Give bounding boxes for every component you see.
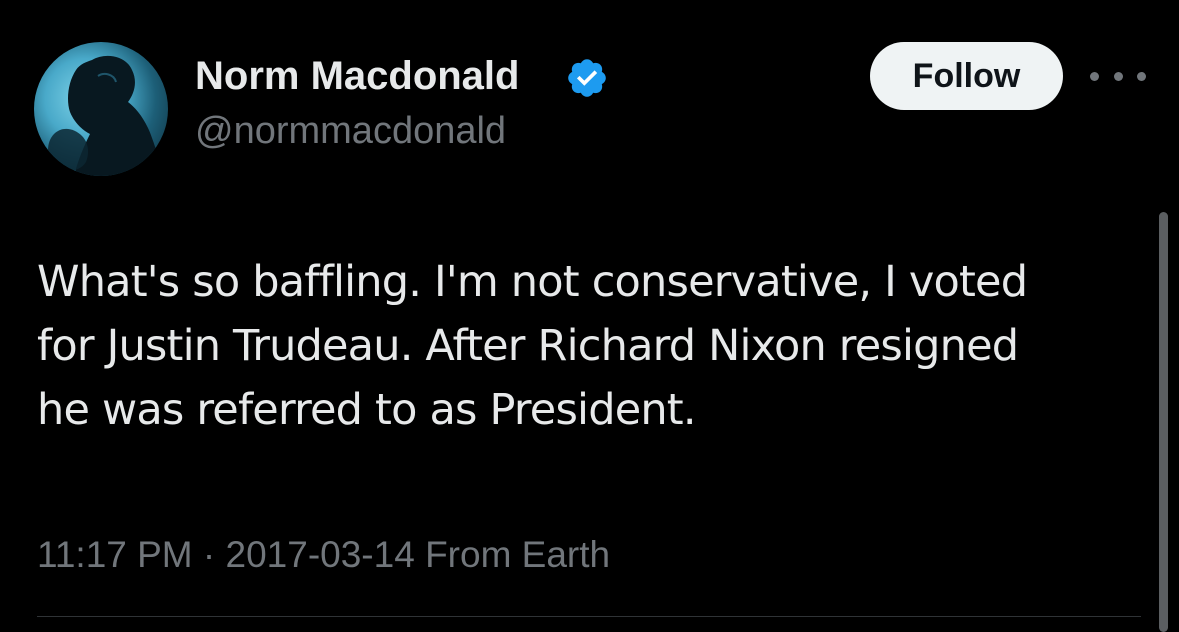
tweet-text-line: for Justin Trudeau. After Richard Nixon …	[37, 321, 1019, 371]
more-dot	[1113, 71, 1123, 81]
meta-separator: ·	[202, 534, 216, 575]
tweet-card: Norm Macdonald @normmacdonald Follow Wha…	[0, 0, 1179, 632]
avatar[interactable]	[34, 42, 168, 176]
tweet-metadata: 11:17 PM · 2017-03-14 From Earth	[37, 532, 610, 578]
tweet-text: What's so baffling. I'm not conservative…	[37, 250, 1137, 442]
tweet-time[interactable]: 11:17 PM	[37, 534, 193, 575]
tweet-date[interactable]: 2017-03-14	[226, 534, 415, 575]
tweet-source: From Earth	[425, 534, 611, 575]
more-dot	[1090, 71, 1099, 81]
more-options-icon[interactable]	[1090, 60, 1146, 92]
tweet-text-line: What's so baffling. I'm not conservative…	[37, 257, 1028, 307]
author-display-name[interactable]: Norm Macdonald	[195, 52, 519, 100]
tweet-text-line: he was referred to as President.	[37, 385, 697, 435]
divider	[37, 616, 1141, 617]
follow-button[interactable]: Follow	[870, 42, 1063, 110]
scrollbar[interactable]	[1159, 212, 1168, 632]
more-dot	[1137, 71, 1146, 81]
verified-badge-icon	[568, 59, 606, 97]
author-handle[interactable]: @normmacdonald	[195, 108, 506, 154]
avatar-silhouette-icon	[48, 55, 160, 176]
